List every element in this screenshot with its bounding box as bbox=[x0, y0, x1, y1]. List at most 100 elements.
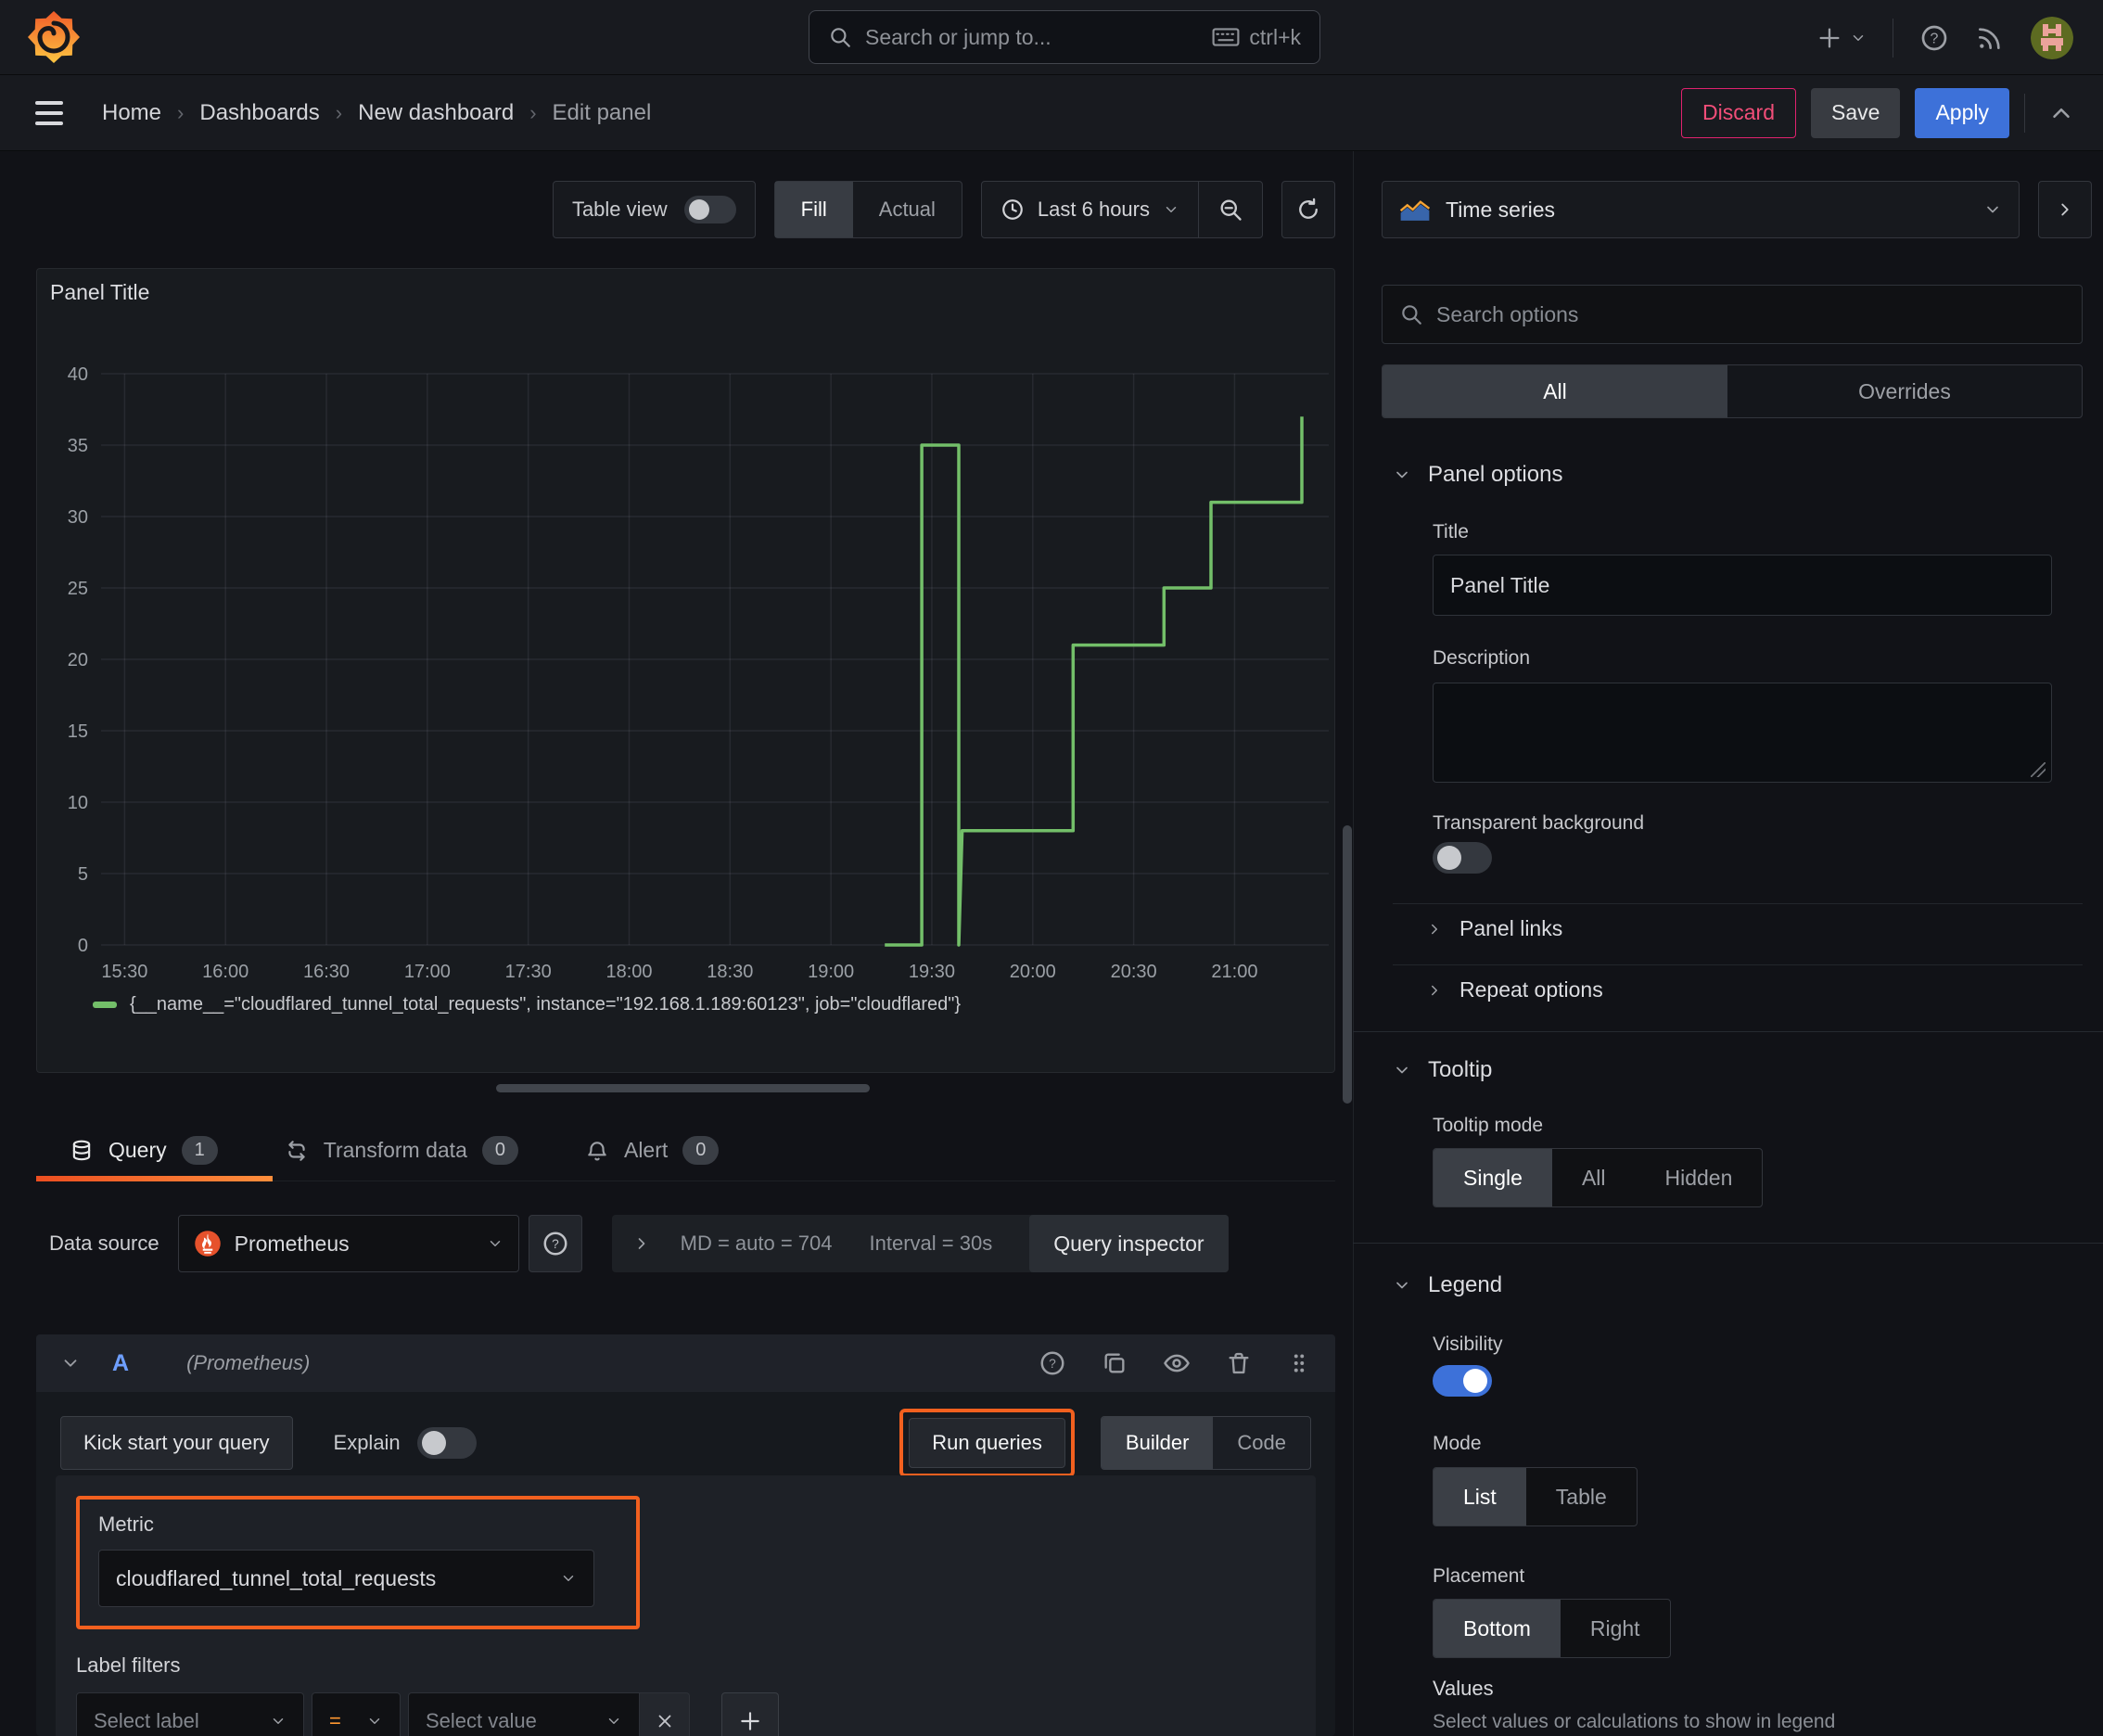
legend-placement-label: Placement bbox=[1433, 1565, 1525, 1587]
breadcrumb-separator: › bbox=[529, 100, 537, 124]
chevron-down-icon bbox=[563, 1576, 574, 1581]
select-label-dropdown[interactable]: Select label bbox=[76, 1692, 304, 1736]
hide-query-icon[interactable] bbox=[1163, 1349, 1191, 1377]
tooltip-mode-single[interactable]: Single bbox=[1434, 1149, 1552, 1206]
grafana-edit-panel-page: Search or jump to... ctrl+k ? Home › Das… bbox=[0, 0, 2103, 1736]
apply-button[interactable]: Apply bbox=[1915, 87, 2009, 138]
operator-dropdown[interactable]: = bbox=[312, 1692, 401, 1736]
description-textarea[interactable] bbox=[1433, 683, 2052, 783]
user-avatar[interactable] bbox=[2031, 16, 2073, 59]
series-line[interactable] bbox=[885, 416, 1304, 947]
builder-option[interactable]: Builder bbox=[1101, 1417, 1214, 1469]
tab-alert-count: 0 bbox=[682, 1136, 720, 1165]
drag-handle-icon[interactable] bbox=[1287, 1351, 1311, 1375]
visualization-picker[interactable]: Time series bbox=[1382, 181, 2020, 238]
grafana-logo[interactable] bbox=[28, 11, 80, 63]
time-series-chart[interactable]: 0 5 10 15 20 25 30 35 40 15:30 16:00 16:30 17:00 17:3… bbox=[43, 321, 1330, 985]
query-help-icon[interactable]: ? bbox=[1039, 1349, 1066, 1377]
actual-option[interactable]: Actual bbox=[853, 182, 962, 237]
time-range-picker[interactable]: Last 6 hours bbox=[982, 198, 1198, 222]
help-button[interactable]: ? bbox=[1919, 23, 1949, 53]
news-button[interactable] bbox=[1975, 23, 2005, 53]
tooltip-mode-all[interactable]: All bbox=[1552, 1149, 1636, 1206]
rss-icon bbox=[1979, 27, 2000, 49]
builder-code-switch: Builder Code bbox=[1100, 1416, 1311, 1470]
chevron-down-icon bbox=[1987, 206, 1998, 213]
metric-select[interactable]: cloudflared_tunnel_total_requests bbox=[98, 1550, 594, 1607]
discard-button[interactable]: Discard bbox=[1681, 87, 1797, 138]
new-menu-button[interactable] bbox=[1816, 25, 1867, 51]
section-repeat-options[interactable]: Repeat options bbox=[1426, 977, 1603, 1002]
add-filter-button[interactable] bbox=[721, 1692, 779, 1736]
tab-transform-data[interactable]: Transform data 0 bbox=[285, 1120, 518, 1181]
legend-swatch[interactable] bbox=[93, 1002, 117, 1008]
tab-alert[interactable]: Alert 0 bbox=[585, 1120, 720, 1181]
fill-option[interactable]: Fill bbox=[774, 182, 853, 237]
section-panel-links-label: Panel links bbox=[1459, 916, 1563, 940]
title-label: Title bbox=[1433, 521, 1469, 542]
breadcrumb-item[interactable]: Home bbox=[102, 100, 161, 126]
chevron-down-icon bbox=[273, 1718, 284, 1724]
select-value-dropdown[interactable]: Select value bbox=[408, 1692, 640, 1736]
section-tooltip[interactable]: Tooltip bbox=[1393, 1057, 1492, 1083]
panel-title-input[interactable] bbox=[1433, 555, 2052, 616]
breadcrumb-item[interactable]: Edit panel bbox=[553, 100, 652, 126]
legend-placement-bottom[interactable]: Bottom bbox=[1434, 1600, 1561, 1657]
y-axis-tick-label: 35 bbox=[68, 436, 88, 456]
keyboard-icon bbox=[1212, 28, 1240, 46]
legend-placement-group: Bottom Right bbox=[1433, 1599, 1671, 1658]
divider bbox=[2024, 93, 2025, 133]
section-legend-label: Legend bbox=[1428, 1272, 1503, 1297]
tooltip-mode-hidden[interactable]: Hidden bbox=[1636, 1149, 1763, 1206]
tab-all[interactable]: All bbox=[1383, 365, 1727, 417]
options-search-input[interactable]: Search options bbox=[1382, 285, 2083, 344]
legend-visibility-toggle[interactable] bbox=[1433, 1365, 1492, 1397]
duplicate-icon[interactable] bbox=[1102, 1350, 1128, 1376]
breadcrumb-item[interactable]: Dashboards bbox=[199, 100, 319, 126]
kick-start-button[interactable]: Kick start your query bbox=[60, 1416, 293, 1470]
panel-resize-handle[interactable] bbox=[496, 1084, 870, 1092]
explain-toggle[interactable] bbox=[416, 1427, 477, 1459]
datasource-help-button[interactable]: ? bbox=[528, 1215, 582, 1272]
legend-placement-right[interactable]: Right bbox=[1561, 1600, 1670, 1657]
scrollbar-thumb[interactable] bbox=[1343, 825, 1352, 1104]
section-panel-links[interactable]: Panel links bbox=[1426, 916, 1562, 941]
bell-icon bbox=[588, 1141, 606, 1160]
save-button[interactable]: Save bbox=[1811, 87, 1901, 138]
table-view-toggle[interactable] bbox=[683, 196, 736, 223]
query-inspector-button[interactable]: Query inspector bbox=[1029, 1215, 1229, 1272]
legend-series-name[interactable]: {__name__="cloudflared_tunnel_total_requ… bbox=[130, 994, 961, 1015]
table-view-label: Table view bbox=[571, 198, 668, 221]
select-value-placeholder: Select value bbox=[426, 1709, 537, 1732]
trash-icon[interactable] bbox=[1226, 1350, 1252, 1376]
section-tooltip-label: Tooltip bbox=[1428, 1057, 1493, 1082]
section-legend[interactable]: Legend bbox=[1393, 1272, 1502, 1298]
transparent-background-toggle[interactable] bbox=[1433, 842, 1492, 874]
visualization-name: Time series bbox=[1446, 197, 1555, 222]
code-option[interactable]: Code bbox=[1213, 1417, 1310, 1469]
top-bar-actions: ? bbox=[1816, 0, 2103, 75]
remove-filter-button[interactable] bbox=[640, 1692, 690, 1736]
legend-mode-list[interactable]: List bbox=[1434, 1468, 1526, 1525]
query-options-collapsed[interactable]: MD = auto = 704 Interval = 30s Query ins… bbox=[611, 1215, 1229, 1272]
section-panel-options[interactable]: Panel options bbox=[1393, 462, 1562, 488]
tab-query[interactable]: Query 1 bbox=[36, 1120, 273, 1181]
chevron-down-icon bbox=[1396, 1066, 1408, 1074]
tab-overrides[interactable]: Overrides bbox=[1727, 365, 2082, 417]
chevron-right-icon bbox=[1432, 924, 1437, 934]
breadcrumb-item[interactable]: New dashboard bbox=[358, 100, 514, 126]
legend-mode-table[interactable]: Table bbox=[1526, 1468, 1637, 1525]
global-search-input[interactable]: Search or jump to... ctrl+k bbox=[809, 10, 1320, 64]
chevron-down-icon[interactable] bbox=[60, 1353, 81, 1373]
time-series-viz-icon bbox=[1399, 200, 1431, 221]
collapse-options-button[interactable] bbox=[2047, 99, 2075, 127]
viz-suggestions-button[interactable] bbox=[2038, 181, 2092, 238]
query-row-header[interactable]: A (Prometheus) ? bbox=[36, 1334, 1335, 1392]
refresh-button[interactable] bbox=[1281, 181, 1335, 238]
run-queries-button[interactable]: Run queries bbox=[909, 1418, 1065, 1468]
datasource-picker[interactable]: Prometheus bbox=[177, 1215, 519, 1272]
help-icon: ? bbox=[1921, 25, 1947, 50]
menu-toggle-button[interactable] bbox=[35, 100, 63, 125]
zoom-out-button[interactable] bbox=[1199, 197, 1262, 223]
y-axis-tick-label: 5 bbox=[78, 864, 88, 885]
